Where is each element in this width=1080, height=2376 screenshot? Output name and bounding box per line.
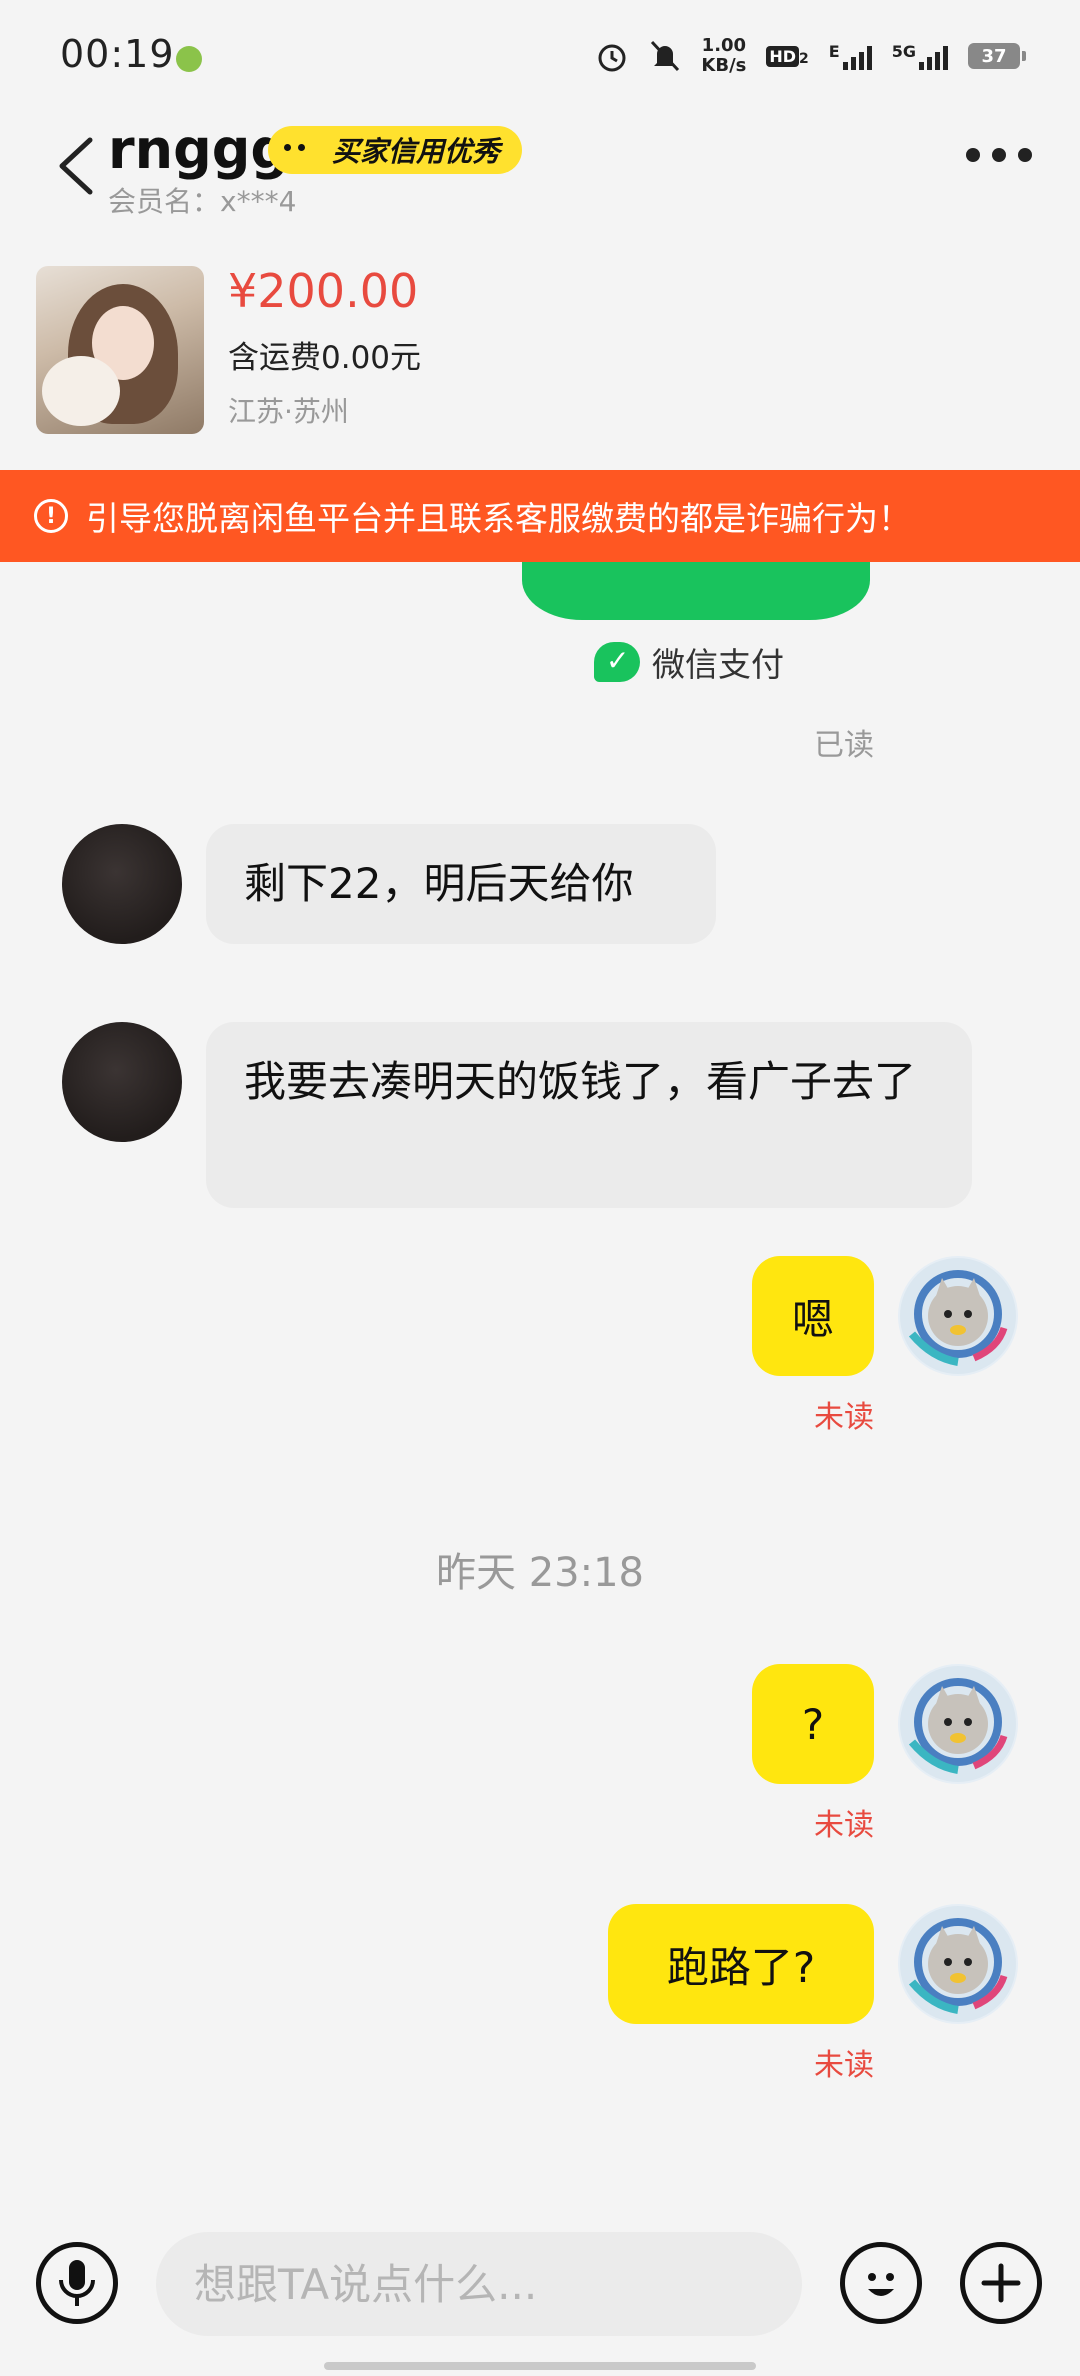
message-bubble[interactable]: 剩下22，明后天给你 [206,824,716,944]
hd-indicator: HD 2 [766,45,809,67]
net-5g-label: 5G [891,42,916,61]
member-name: 会员名：x***4 [108,185,297,218]
avatar[interactable] [62,1022,182,1142]
avatar[interactable] [62,824,182,944]
hd-sub: 2 [799,50,809,67]
mute-bell-icon [651,40,680,72]
message-bubble[interactable]: 嗯 [752,1256,874,1376]
product-location: 江苏·苏州 [228,395,349,428]
read-status: 已读 [814,728,874,763]
badge-mascot-icon [272,128,316,172]
net-speed-unit: KB/s [701,55,747,76]
voice-button[interactable] [36,2242,118,2324]
battery-icon: 37 [968,43,1026,69]
message-text: 嗯 [791,1294,834,1344]
status-time: 00:19 [60,32,175,76]
emoji-button[interactable] [840,2242,922,2324]
chat-title: rnggg [108,118,290,181]
message-text: 跑路了? [666,1942,816,1992]
cat-avatar-icon [900,1906,1016,2022]
signal-icon: E [829,42,872,70]
message-text: ? [801,1699,825,1749]
credit-badge[interactable]: 买家信用优秀 [268,126,523,174]
net-speed: 1.00 KB/s [701,36,746,76]
add-attachment-button[interactable] [960,2242,1042,2324]
plus-icon [981,2263,1021,2303]
home-indicator[interactable] [324,2362,756,2370]
emoji-icon [868,2273,894,2296]
cat-avatar-icon [900,1666,1016,1782]
product-price: ¥200.00 [228,264,419,318]
hd-label: HD [766,45,800,67]
product-thumbnail[interactable] [36,266,204,434]
payment-card[interactable] [522,562,870,620]
wechat-pay-icon [594,642,640,682]
fraud-warning-banner: ! 引导您脱离闲鱼平台并且联系客服缴费的都是诈骗行为！ [0,470,1080,562]
unread-status: 未读 [814,2048,874,2083]
fraud-warning-text: 引导您脱离闲鱼平台并且联系客服缴费的都是诈骗行为！ [86,499,911,538]
net-e-label: E [828,42,840,61]
payment-method-label: 微信支付 [652,645,784,684]
alarm-icon [598,44,626,72]
unread-status: 未读 [814,1808,874,1843]
cat-avatar-icon [900,1258,1016,1374]
message-bubble[interactable]: ? [752,1664,874,1784]
warning-icon: ! [34,499,68,533]
payment-method: 微信支付 [594,638,784,686]
message-bubble[interactable]: 我要去凑明天的饭钱了，看广子去了 [206,1022,972,1208]
unread-status: 未读 [814,1400,874,1435]
status-icons: 1.00 KB/s HD 2 E 5G 37 [595,34,1026,78]
credit-badge-label: 买家信用优秀 [332,135,501,168]
avatar[interactable] [898,1904,1018,2024]
message-bubble[interactable]: 跑路了? [608,1904,874,2024]
message-input[interactable] [156,2232,802,2336]
microphone-icon [59,2260,95,2306]
product-shipping: 含运费0.00元 [228,340,422,376]
net-speed-value: 1.00 [701,35,747,56]
avatar[interactable] [898,1256,1018,1376]
signal-5g-icon: 5G [892,42,948,70]
more-options-icon[interactable] [966,140,1032,170]
avatar[interactable] [898,1664,1018,1784]
status-app-icon [176,46,202,72]
battery-level: 37 [981,45,1007,67]
chat-timestamp: 昨天 23:18 [436,1550,644,1596]
back-arrow-icon[interactable] [52,136,98,196]
